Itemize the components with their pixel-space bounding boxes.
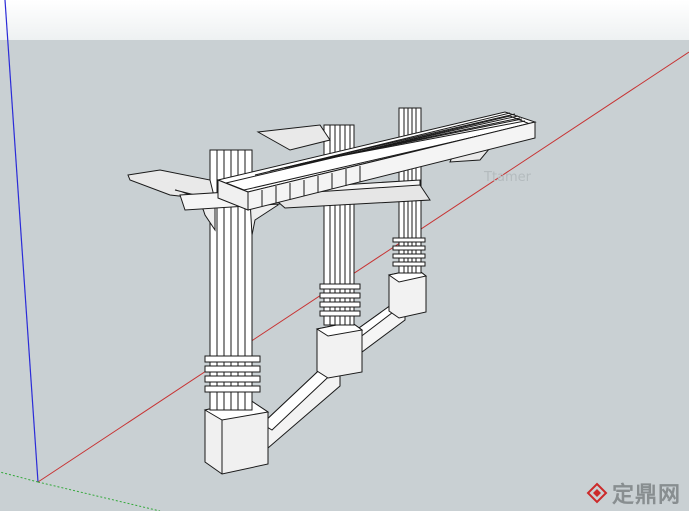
blue-axis-line <box>4 0 39 483</box>
ghost-watermark-text: Ttamer <box>484 170 532 185</box>
model-scene[interactable] <box>0 0 689 511</box>
brand-watermark-text: 定鼎网 <box>611 483 681 508</box>
cross-beam-mid <box>256 124 331 151</box>
brand-watermark: 定鼎网 <box>586 477 681 509</box>
pergola-model[interactable] <box>127 107 537 475</box>
green-axis-line <box>37 481 161 511</box>
brand-logo-icon <box>586 482 608 504</box>
sketchup-viewport[interactable]: Ttamer 定鼎网 <box>0 0 689 511</box>
red-axis-line <box>37 51 689 483</box>
green-axis-line-neg <box>0 471 39 483</box>
